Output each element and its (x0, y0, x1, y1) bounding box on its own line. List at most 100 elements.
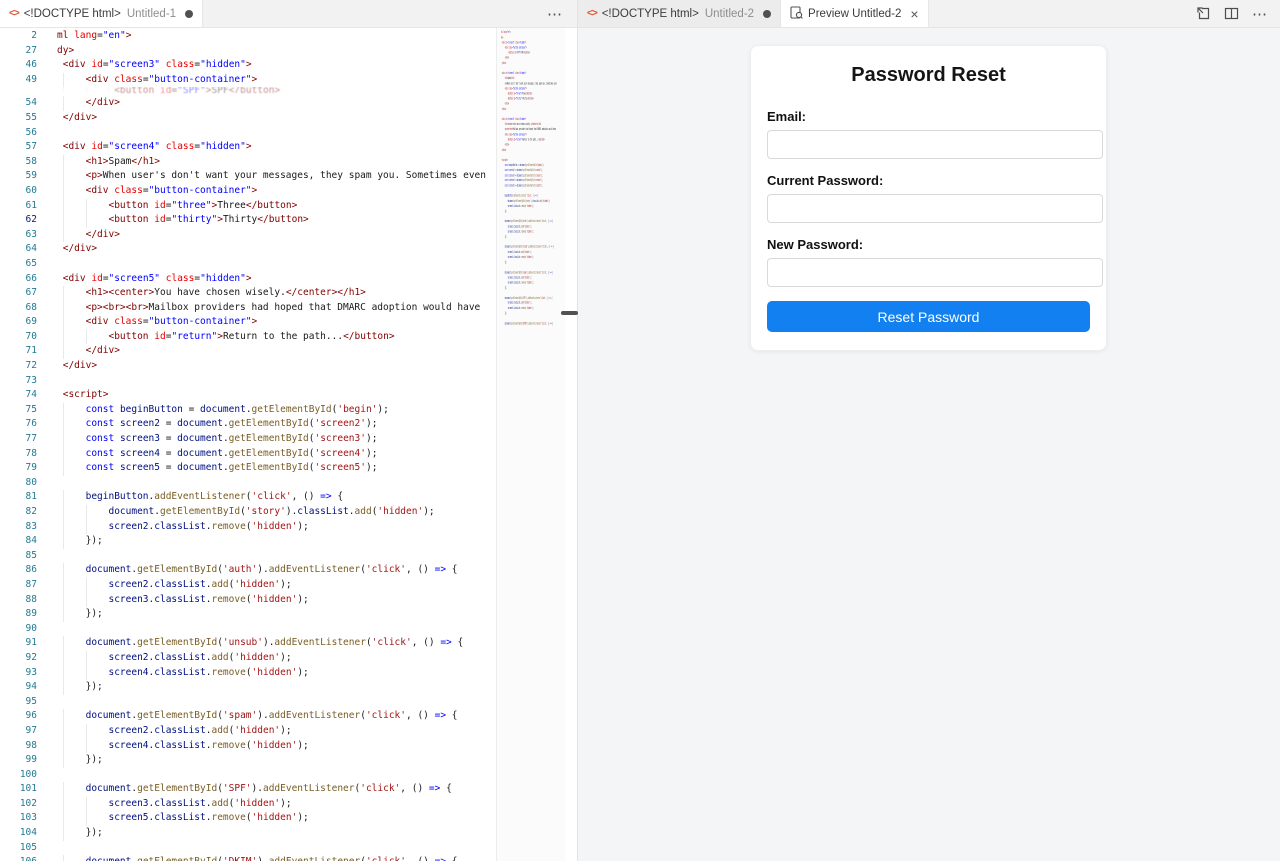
current-password-label: Current Password: (767, 173, 1090, 188)
code-row[interactable]: 102 screen3.classList.add('hidden'); (0, 797, 497, 812)
tab-preview-untitled-2[interactable]: Preview Untitled-2 × (781, 0, 929, 27)
reset-password-button[interactable]: Reset Password (767, 301, 1090, 332)
split-divider[interactable] (577, 0, 578, 861)
code-row[interactable]: 100 (0, 768, 497, 783)
code-row[interactable]: 58 <h1>Spam</h1> (0, 155, 497, 170)
code-row[interactable]: 62 <button id="thirty">Thirty</button> (0, 213, 497, 228)
code-row[interactable]: 91 document.getElementById('unsub').addE… (0, 636, 497, 651)
code-row[interactable]: 55 </div> (0, 111, 497, 126)
more-actions-icon[interactable]: ⋯ (1252, 5, 1268, 23)
code-row[interactable]: 97 screen2.classList.add('hidden'); (0, 724, 497, 739)
line-number: 61 (0, 199, 37, 214)
line-number: 77 (0, 432, 37, 447)
new-password-input[interactable] (767, 258, 1103, 287)
tabbar-spacer (203, 0, 533, 27)
current-password-field-group: Current Password: (767, 173, 1090, 223)
line-number: 58 (0, 155, 37, 170)
code-row[interactable]: 61 <button id="three">Three</button> (0, 199, 497, 214)
code-row[interactable]: 65 (0, 257, 497, 272)
code-row[interactable]: 2ml lang="en"> (0, 29, 497, 44)
tab-untitled-1[interactable]: <> <!DOCTYPE html> Untitled-1 (0, 0, 203, 27)
code-row[interactable]: 84 }); (0, 534, 497, 549)
line-number: 98 (0, 739, 37, 754)
split-drag-handle-icon[interactable] (561, 311, 578, 315)
code-row[interactable]: 79 const screen5 = document.getElementBy… (0, 461, 497, 476)
current-password-input[interactable] (767, 194, 1103, 223)
code-row[interactable]: 67 <h1><center>You have chosen wisely.</… (0, 286, 497, 301)
code-row[interactable]: 72 </div> (0, 359, 497, 374)
code-row[interactable]: 92 screen2.classList.add('hidden'); (0, 651, 497, 666)
code-row[interactable]: 66 <div id="screen5" class="hidden"> (0, 272, 497, 287)
code-row[interactable]: 46 <div id="screen3" class="hidden"> (0, 58, 497, 73)
code-row[interactable]: 75 const beginButton = document.getEleme… (0, 403, 497, 418)
code-row[interactable]: 105 (0, 841, 497, 856)
open-source-file-icon[interactable] (1196, 6, 1211, 21)
line-number: 54 (0, 96, 37, 111)
code-row[interactable]: 85 (0, 549, 497, 564)
code-row[interactable]: 88 screen3.classList.remove('hidden'); (0, 593, 497, 608)
code-row[interactable]: 87 screen2.classList.add('hidden'); (0, 578, 497, 593)
html-file-icon: <> (9, 8, 19, 19)
code-row[interactable]: 74 <script> (0, 388, 497, 403)
line-number: 56 (0, 126, 37, 141)
code-row[interactable]: 76 const screen2 = document.getElementBy… (0, 417, 497, 432)
code-row[interactable]: 90 (0, 622, 497, 637)
code-row[interactable]: 71 </div> (0, 344, 497, 359)
code-row[interactable]: 77 const screen3 = document.getElementBy… (0, 432, 497, 447)
code-row[interactable]: 96 document.getElementById('spam').addEv… (0, 709, 497, 724)
line-number: 68 (0, 301, 37, 316)
tab-untitled-2[interactable]: <> <!DOCTYPE html> Untitled-2 (578, 0, 781, 27)
code-row[interactable]: 27dy> (0, 44, 497, 59)
code-row[interactable]: 98 screen4.classList.remove('hidden'); (0, 739, 497, 754)
code-row[interactable]: 60 <div class="button-container"> (0, 184, 497, 199)
email-input[interactable] (767, 130, 1103, 159)
code-row[interactable]: 49 <div class="button-container"> (0, 73, 497, 88)
code-row[interactable]: 89 }); (0, 607, 497, 622)
line-number: 87 (0, 578, 37, 593)
minimap[interactable]: ml lang="en">dy> <div id="screen3" class… (496, 28, 565, 861)
tab-title: <!DOCTYPE html> (24, 8, 121, 20)
code-row[interactable]: 59 <p>When user's don't want your messag… (0, 169, 497, 184)
code-row[interactable]: 80 (0, 476, 497, 491)
line-number: 106 (0, 855, 37, 861)
code-row[interactable]: 103 screen5.classList.remove('hidden'); (0, 811, 497, 826)
new-password-label: New Password: (767, 237, 1090, 252)
line-number: 82 (0, 505, 37, 520)
unsaved-dot-icon[interactable] (763, 10, 771, 18)
code-row[interactable]: 70 <button id="return">Return to the pat… (0, 330, 497, 345)
code-row[interactable]: 78 const screen4 = document.getElementBy… (0, 447, 497, 462)
folded-code-preview[interactable]: <button id="SPF">SPF</button> (0, 87, 497, 96)
line-number: 27 (0, 44, 37, 59)
code-row[interactable]: 57 <div id="screen4" class="hidden"> (0, 140, 497, 155)
code-row[interactable]: 73 (0, 374, 497, 389)
code-row[interactable]: 64 </div> (0, 242, 497, 257)
more-actions-icon[interactable]: ⋯ (547, 5, 563, 23)
code-row[interactable]: 54 </div> (0, 96, 497, 111)
code-row[interactable]: 56 (0, 126, 497, 141)
code-row[interactable]: 63 </div> (0, 228, 497, 243)
line-number: 67 (0, 286, 37, 301)
code-lines[interactable]: 2ml lang="en">27dy>46 <div id="screen3" … (0, 29, 497, 861)
line-number: 76 (0, 417, 37, 432)
code-editor[interactable]: 2ml lang="en">27dy>46 <div id="screen3" … (0, 28, 577, 861)
code-row[interactable]: 94 }); (0, 680, 497, 695)
code-row[interactable]: 106 document.getElementById('DKIM').addE… (0, 855, 497, 861)
code-row[interactable]: 95 (0, 695, 497, 710)
code-row[interactable]: 83 screen2.classList.remove('hidden'); (0, 520, 497, 535)
code-row[interactable]: 86 document.getElementById('auth').addEv… (0, 563, 497, 578)
code-row[interactable]: 82 document.getElementById('story').clas… (0, 505, 497, 520)
code-row[interactable]: 93 screen4.classList.remove('hidden'); (0, 666, 497, 681)
code-row[interactable]: 101 document.getElementById('SPF').addEv… (0, 782, 497, 797)
code-row[interactable]: 69 <div class="button-container"> (0, 315, 497, 330)
code-row[interactable]: 104 }); (0, 826, 497, 841)
code-row[interactable]: 68 <p><br><br>Mailbox providers had hope… (0, 301, 497, 316)
close-icon[interactable]: × (910, 7, 918, 21)
unsaved-dot-icon[interactable] (185, 10, 193, 18)
split-editor-icon[interactable] (1224, 6, 1239, 21)
line-number: 75 (0, 403, 37, 418)
line-number: 103 (0, 811, 37, 826)
password-reset-card: Password Reset Email: Current Password: … (750, 45, 1107, 351)
vscode-window: <> <!DOCTYPE html> Untitled-1 ⋯ 2ml lang… (0, 0, 1280, 861)
code-row[interactable]: 99 }); (0, 753, 497, 768)
code-row[interactable]: 81 beginButton.addEventListener('click',… (0, 490, 497, 505)
